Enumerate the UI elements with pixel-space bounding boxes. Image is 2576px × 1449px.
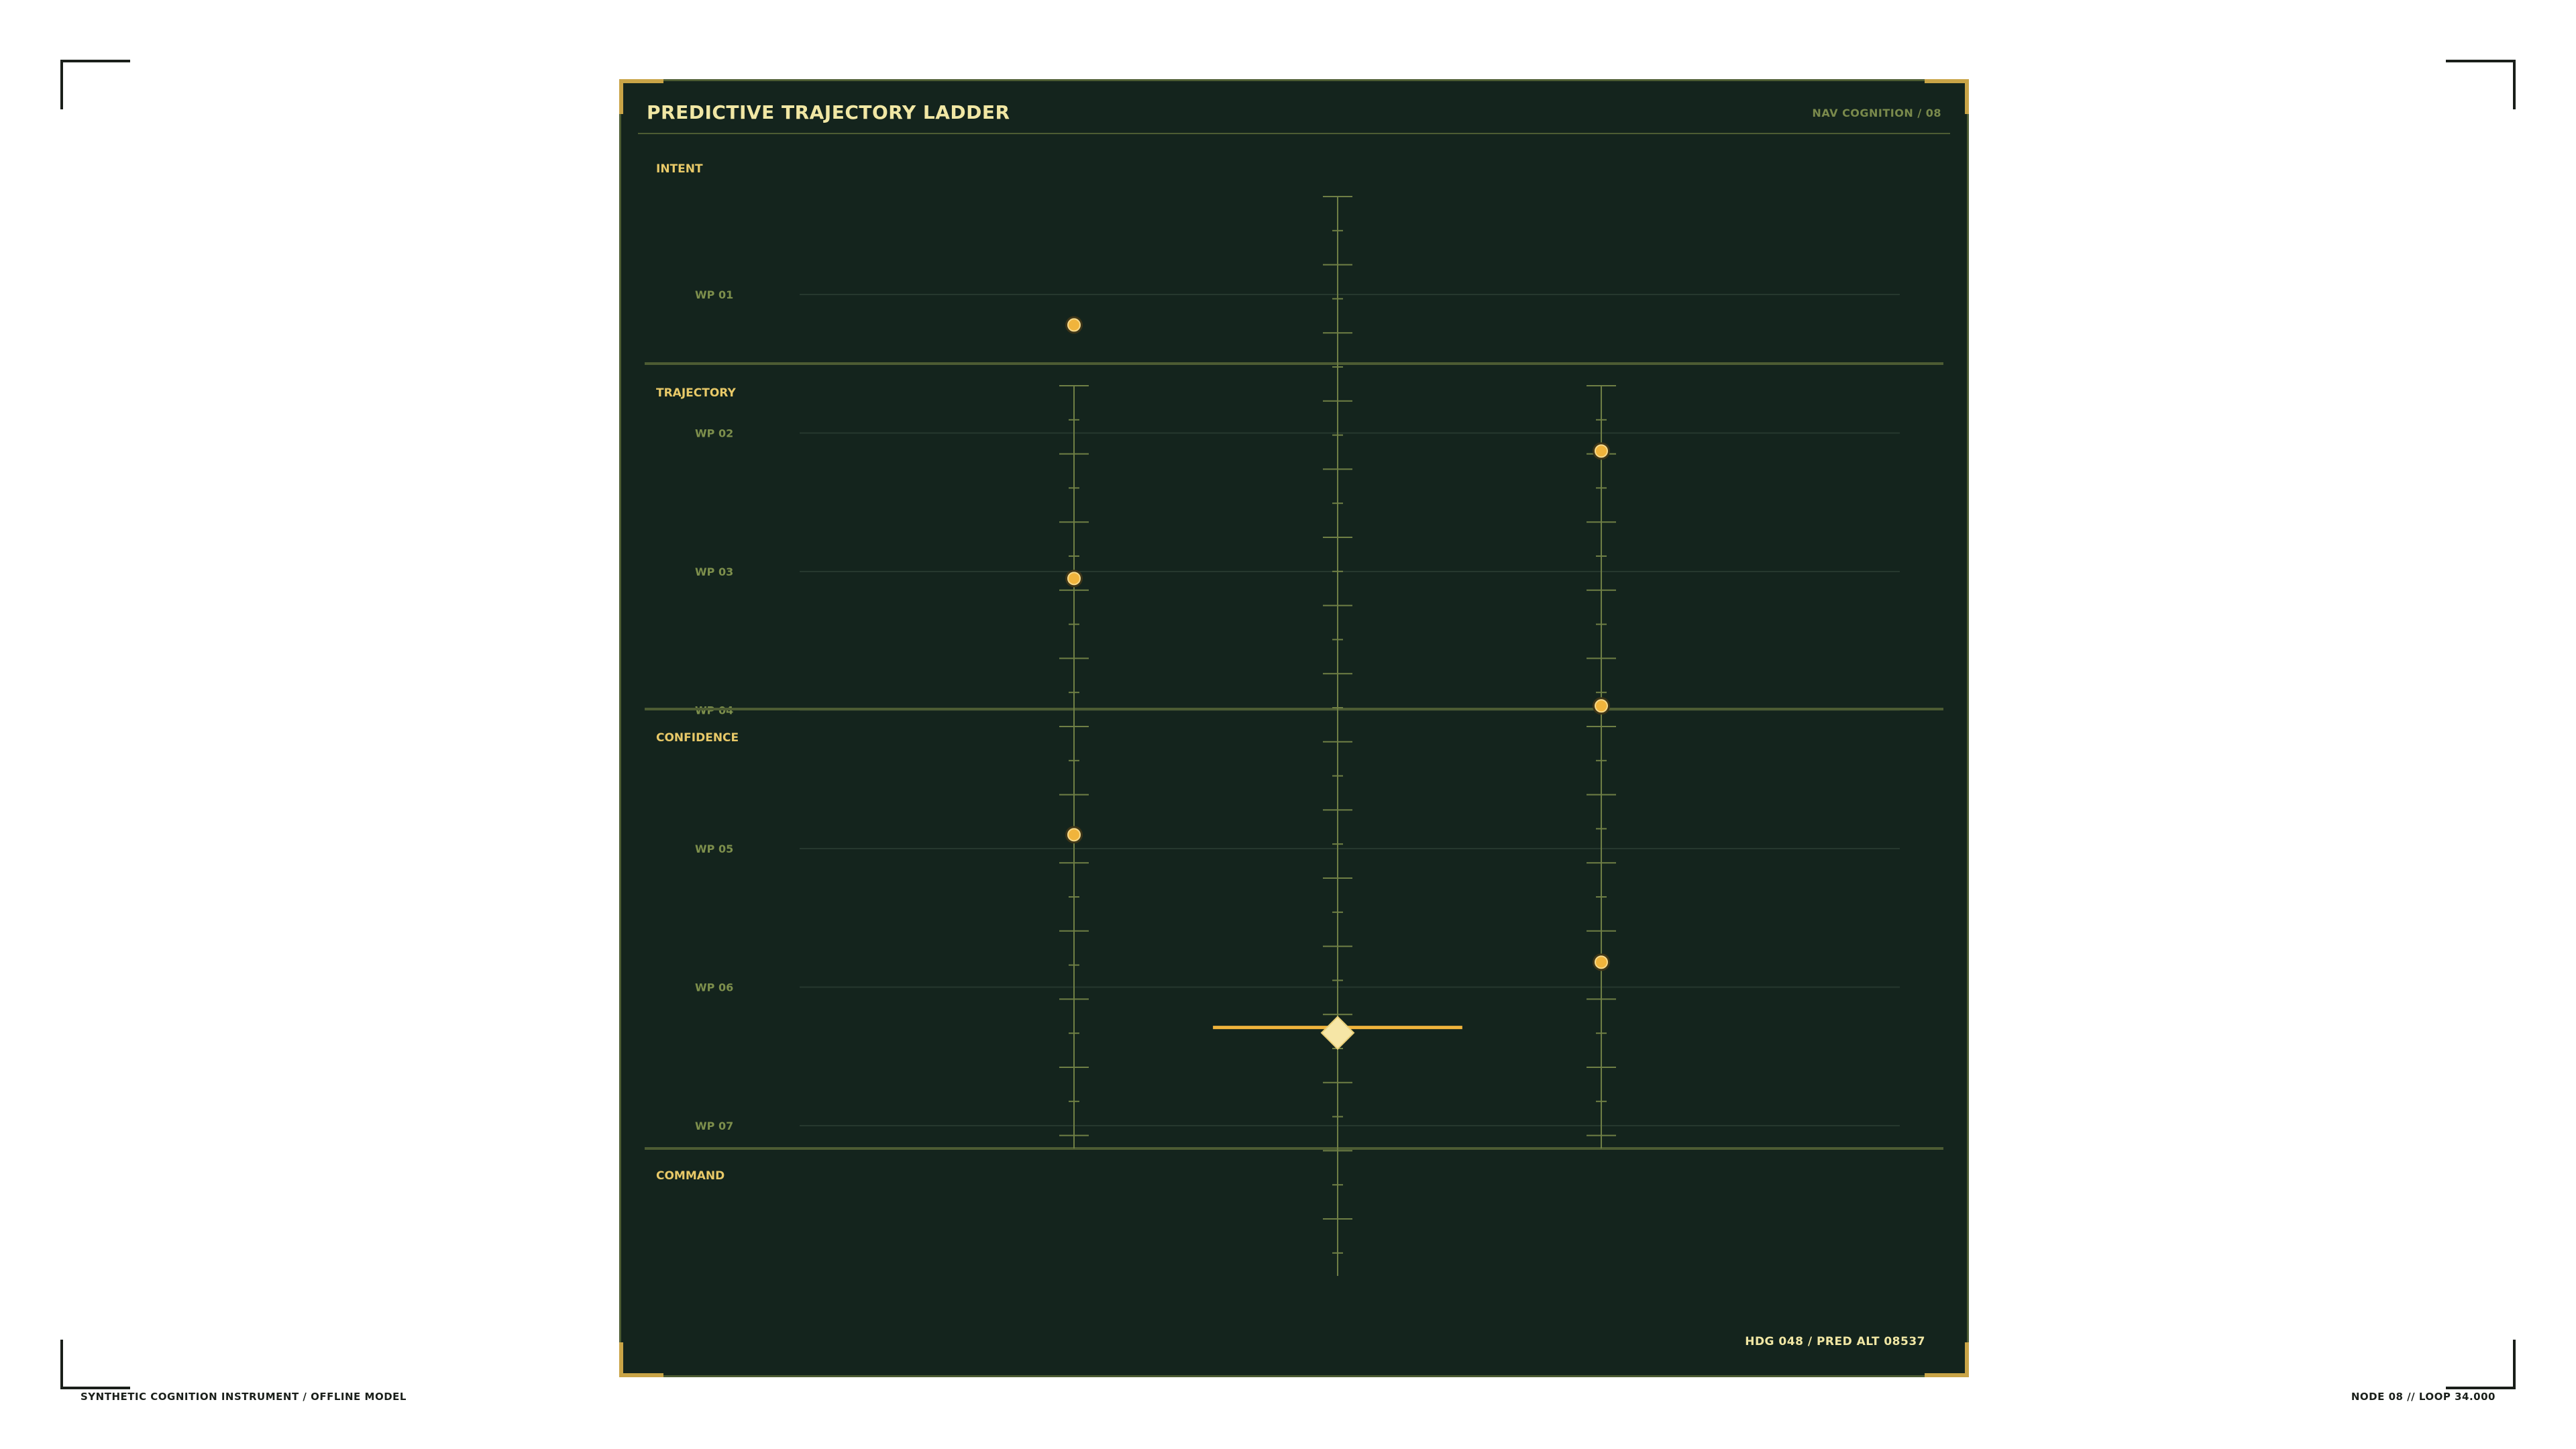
confidence-marker (1067, 828, 1081, 842)
confidence-marker (1067, 318, 1081, 332)
waypoint-label: WP 06 (695, 981, 733, 994)
trajectory-panel: PREDICTIVE TRAJECTORY LADDER NAV COGNITI… (619, 79, 1969, 1377)
waypoint-label: WP 07 (695, 1120, 733, 1132)
screen-corner-bottom-left (60, 1340, 130, 1389)
footer-left-caption: SYNTHETIC COGNITION INSTRUMENT / OFFLINE… (80, 1391, 407, 1403)
section-label: TRAJECTORY (656, 386, 736, 400)
section-label: INTENT (656, 162, 703, 176)
section-label: CONFIDENCE (656, 731, 739, 745)
heading-altitude-readout: HDG 048 / PRED ALT 08537 (1745, 1335, 1925, 1348)
waypoint-label: WP 02 (695, 427, 733, 440)
footer-right-caption: NODE 08 // LOOP 34.000 (2351, 1391, 2496, 1403)
confidence-marker (1595, 699, 1608, 713)
section-label: COMMAND (656, 1169, 724, 1183)
predicted-position-diamond (1320, 1016, 1355, 1051)
screen-corner-bottom-right (2446, 1340, 2516, 1389)
screen-corner-top-right (2446, 60, 2516, 109)
waypoint-label: WP 05 (695, 843, 733, 855)
screen: SYNTHETIC COGNITION INSTRUMENT / OFFLINE… (0, 0, 2576, 1449)
screen-corner-top-left (60, 60, 130, 109)
waypoint-label: WP 01 (695, 288, 733, 301)
trajectory-ladder: WP 01WP 02WP 03WP 04WP 05WP 06WP 07INTEN… (638, 133, 1950, 1276)
confidence-marker (1595, 955, 1608, 969)
confidence-marker (1595, 444, 1608, 458)
confidence-marker (1067, 572, 1081, 586)
waypoint-label: WP 03 (695, 566, 733, 578)
